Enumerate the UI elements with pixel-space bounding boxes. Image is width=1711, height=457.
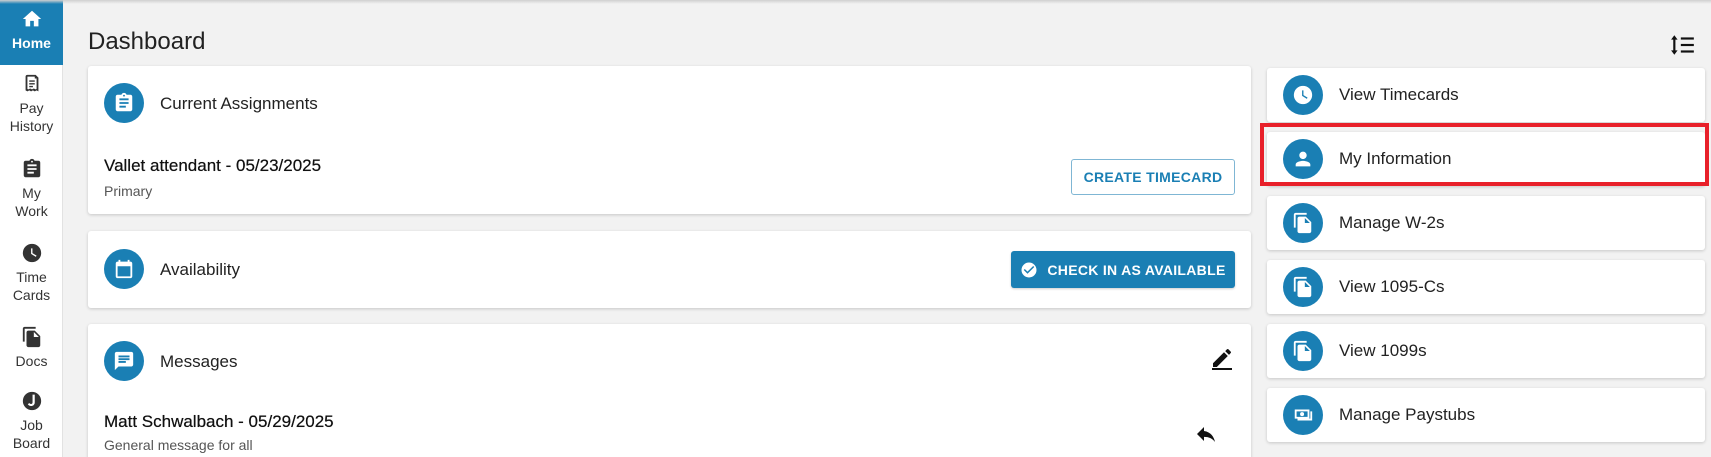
sidebar-item-label: History [9,118,54,134]
link-icon-circle [1283,395,1323,435]
assignment-icon-circle [104,83,144,123]
sidebar-item-pay-history[interactable]: Pay History [0,73,63,141]
sidebar-item-label: Time [16,269,47,285]
current-assignments-card: Current Assignments Vallet attendant - 0… [88,66,1251,214]
sidebar-item-time-cards[interactable]: Time Cards [0,242,63,310]
messages-card: Messages Matt Schwalbach - 05/29/2025 Ge… [88,324,1251,457]
manage-w2s-link[interactable]: Manage W-2s [1267,196,1705,250]
link-label: Manage Paystubs [1339,405,1476,424]
view-timecards-link[interactable]: View Timecards [1267,68,1705,122]
link-icon-circle [1283,203,1323,243]
sort-list-icon[interactable] [1670,32,1696,58]
link-label: View Timecards [1339,85,1459,104]
link-label: My Information [1339,149,1452,168]
sidebar-item-home[interactable]: Home [0,0,63,65]
sidebar-item-label: My [22,185,41,201]
sidebar-item-docs[interactable]: Docs [0,326,63,376]
link-icon-circle [1283,75,1323,115]
message-title: Matt Schwalbach - 05/29/2025 [104,412,334,431]
button-label: CHECK IN AS AVAILABLE [1047,261,1226,278]
messages-icon-circle [104,341,144,381]
availability-card: Availability CHECK IN AS AVAILABLE [88,231,1251,308]
page-title: Dashboard [88,28,206,55]
copy-document-icon [1293,212,1312,234]
card-title: Messages [160,352,238,371]
person-icon [1295,151,1311,167]
link-label: View 1099s [1339,341,1427,360]
check-circle-icon [1021,262,1037,277]
sidebar-item-my-work[interactable]: My Work [0,158,63,226]
job-board-icon [22,391,41,411]
link-label: View 1095-Cs [1339,277,1445,296]
compose-edit-icon[interactable] [1210,346,1234,370]
sidebar-item-label: Pay [19,100,44,116]
link-icon-circle [1283,267,1323,307]
manage-paystubs-link[interactable]: Manage Paystubs [1267,388,1705,442]
create-timecard-button[interactable]: CREATE TIMECARD [1071,159,1235,195]
documents-icon [22,326,40,348]
copy-document-icon [1293,276,1312,298]
clock-icon [22,243,41,263]
message-preview: General message for all [104,437,253,453]
assignment-title: Vallet attendant - 05/23/2025 [104,156,322,175]
clipboard-icon [115,92,133,112]
assignment-type: Primary [104,183,153,199]
chat-icon [114,351,134,371]
receipt-icon [25,74,38,92]
link-icon-circle [1283,331,1323,371]
sidebar-item-label: Cards [12,287,51,303]
clipboard-icon [23,158,40,178]
sidebar-item-label: Board [12,435,51,451]
check-in-available-button[interactable]: CHECK IN AS AVAILABLE [1011,251,1235,288]
link-icon-circle [1283,139,1323,179]
sidebar-nav: Home Pay History My Work Time Cards Docs… [0,0,63,457]
sidebar-item-label: Work [15,203,48,219]
calendar-icon [115,259,133,279]
availability-icon-circle [104,249,144,289]
sidebar-item-label: Home [12,35,51,51]
sidebar-item-job-board[interactable]: Job Board [0,390,63,457]
card-title: Availability [160,260,241,279]
home-icon [22,10,41,27]
money-icon [1294,409,1313,421]
card-title: Current Assignments [160,94,318,113]
view-1099s-link[interactable]: View 1099s [1267,324,1705,378]
sidebar-item-label: Docs [15,353,48,369]
sidebar-item-label: Job [20,417,43,433]
my-information-link[interactable]: My Information [1267,132,1705,186]
top-shadow [0,0,1711,4]
clock-icon [1293,85,1313,105]
view-1095cs-link[interactable]: View 1095-Cs [1267,260,1705,314]
reply-icon[interactable] [1194,422,1218,446]
copy-document-icon [1293,340,1312,362]
link-label: Manage W-2s [1339,213,1445,232]
